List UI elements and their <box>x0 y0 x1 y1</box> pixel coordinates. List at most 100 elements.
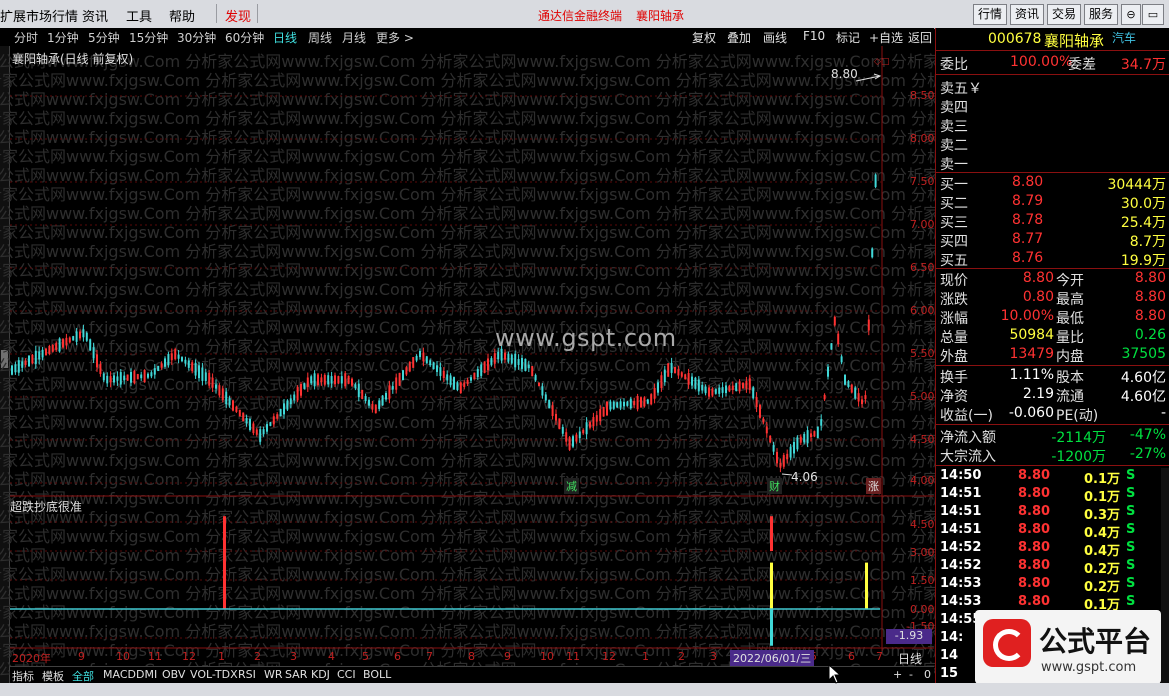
reset-zoom-button[interactable]: 0 <box>924 668 931 681</box>
menu-market[interactable]: 扩展市场行情 <box>0 6 78 25</box>
restore-icon[interactable]: ▭ <box>1142 4 1164 25</box>
zoom-out-button[interactable]: - <box>909 668 913 681</box>
add-favorite-button[interactable]: +自选 <box>869 29 903 46</box>
tab-period-5min[interactable]: 5分钟 <box>88 29 120 46</box>
candle-body <box>541 386 544 396</box>
indicator-name[interactable]: 超跌抄底很准 <box>10 498 82 515</box>
tab-vol-tdx[interactable]: VOL-TDX <box>190 668 238 681</box>
trade-button[interactable]: 交易 <box>1047 4 1081 25</box>
tab-period-monthly[interactable]: 月线 <box>342 29 366 46</box>
tab-template[interactable]: 模板 <box>42 668 64 684</box>
period-indicator[interactable]: 日线 <box>898 650 922 667</box>
overlay-button[interactable]: 叠加 <box>727 29 751 46</box>
tick-row[interactable]: 14:51 8.80 0.4万 S <box>940 522 1166 541</box>
candle-body <box>612 401 615 409</box>
tab-cci[interactable]: CCI <box>337 668 356 681</box>
candle-body <box>816 426 819 439</box>
kline-chart[interactable] <box>10 46 934 651</box>
expand-icon[interactable]: ◇□ <box>874 57 889 67</box>
event-marker-reduce[interactable]: 减 <box>564 478 579 494</box>
news-button[interactable]: 资讯 <box>1010 4 1044 25</box>
tick-scrollbar[interactable] <box>1161 468 1169 696</box>
fund-value: 4.60亿 <box>1120 389 1166 405</box>
minimize-icon[interactable]: ⊖ <box>1121 4 1141 25</box>
price-axis-label: 8.00 <box>910 132 935 145</box>
indicator-bars <box>223 516 868 646</box>
tab-period-more[interactable]: 更多 > <box>376 29 414 46</box>
tab-period-weekly[interactable]: 周线 <box>308 29 332 46</box>
draw-line-button[interactable]: 画线 <box>763 29 787 46</box>
menu-tools[interactable]: 工具 <box>126 6 152 25</box>
f10-button[interactable]: F10 <box>803 29 825 43</box>
candle-body <box>34 350 37 364</box>
candle-body <box>51 344 54 352</box>
tick-row[interactable]: 14:51 8.80 0.3万 S <box>940 504 1166 523</box>
candle-body <box>279 408 282 417</box>
tab-rsi[interactable]: RSI <box>238 668 256 681</box>
candle-body <box>840 356 843 363</box>
quote-button[interactable]: 行情 <box>973 4 1007 25</box>
service-button[interactable]: 服务 <box>1084 4 1118 25</box>
tick-price: 8.80 <box>1018 594 1051 609</box>
tick-side: S <box>1126 504 1136 519</box>
time-axis-label: 9 <box>504 650 511 663</box>
tab-period-30min[interactable]: 30分钟 <box>177 29 216 46</box>
tab-wr[interactable]: WR <box>264 668 283 681</box>
tick-time: 14: <box>940 630 964 645</box>
app-title: 通达信金融终端 <box>538 9 623 23</box>
tab-kdj[interactable]: KDJ <box>311 668 330 681</box>
tick-row[interactable]: 14:53 8.80 0.2万 S <box>940 576 1166 595</box>
tab-period-fenshi[interactable]: 分时 <box>14 29 38 46</box>
candle-body <box>174 349 177 360</box>
divider <box>936 172 1169 173</box>
candle-body <box>453 377 455 390</box>
price-axis-label: 4.00 <box>910 474 935 487</box>
candle-body <box>629 398 632 409</box>
kline-chart-area[interactable]: 分析家公式网www.fxjgsw.Com 分析家公式网www.fxjgsw.Co… <box>0 46 1141 679</box>
back-button[interactable]: 返回 <box>908 29 932 46</box>
event-marker-limit-up[interactable]: 涨 <box>866 478 881 494</box>
menu-discover[interactable]: 发现 <box>225 6 251 25</box>
menu-help[interactable]: 帮助 <box>169 6 195 25</box>
tab-period-1min[interactable]: 1分钟 <box>47 29 79 46</box>
tick-row[interactable]: 14:52 8.80 0.4万 S <box>940 540 1166 559</box>
candle-body <box>660 375 663 389</box>
event-marker-finance[interactable]: 财 <box>767 478 782 494</box>
sector-tag[interactable]: 汽车 <box>1112 29 1136 46</box>
fuquan-button[interactable]: 复权 <box>692 29 716 46</box>
tick-time: 15 <box>940 666 959 681</box>
tab-period-15min[interactable]: 15分钟 <box>129 29 168 46</box>
candle-body <box>521 358 523 369</box>
tick-row[interactable]: 14:51 8.80 0.1万 S <box>940 486 1166 505</box>
indicator-axis-label: 1.50 <box>910 574 935 587</box>
menu-news[interactable]: 资讯 <box>82 6 108 25</box>
fund-label: PE(动) <box>1056 408 1099 424</box>
candle-body <box>793 442 795 454</box>
candle-body <box>28 355 30 367</box>
candle-body <box>313 373 316 387</box>
candle-body <box>568 437 571 450</box>
tab-macd[interactable]: MACD <box>103 668 136 681</box>
candle-body <box>177 354 180 359</box>
tab-period-daily[interactable]: 日线 <box>273 29 297 46</box>
high-price-marker: 8.80 <box>831 67 858 81</box>
candle-body <box>459 382 462 394</box>
tick-row[interactable]: 14:50 8.80 0.1万 S <box>940 468 1166 487</box>
candle-body <box>235 406 238 412</box>
tab-sar[interactable]: SAR <box>285 668 307 681</box>
tab-obv[interactable]: OBV <box>162 668 185 681</box>
candle-body <box>507 353 510 362</box>
indicator-current-value: -1.93 <box>886 629 932 644</box>
zoom-in-button[interactable]: + <box>893 668 902 681</box>
tab-indicator[interactable]: 指标 <box>12 668 34 684</box>
tick-row[interactable]: 14:52 8.80 0.2万 S <box>940 558 1166 577</box>
tab-all[interactable]: 全部 <box>72 668 94 684</box>
tick-volume: 0.4万 <box>1084 544 1121 559</box>
tab-period-60min[interactable]: 60分钟 <box>225 29 264 46</box>
tab-dmi[interactable]: DMI <box>136 668 157 681</box>
tab-boll[interactable]: BOLL <box>363 668 391 681</box>
mark-button[interactable]: 标记 <box>836 29 860 46</box>
time-axis-label: 12 <box>602 650 616 663</box>
candle-body <box>300 384 302 396</box>
candle-body <box>619 401 622 408</box>
